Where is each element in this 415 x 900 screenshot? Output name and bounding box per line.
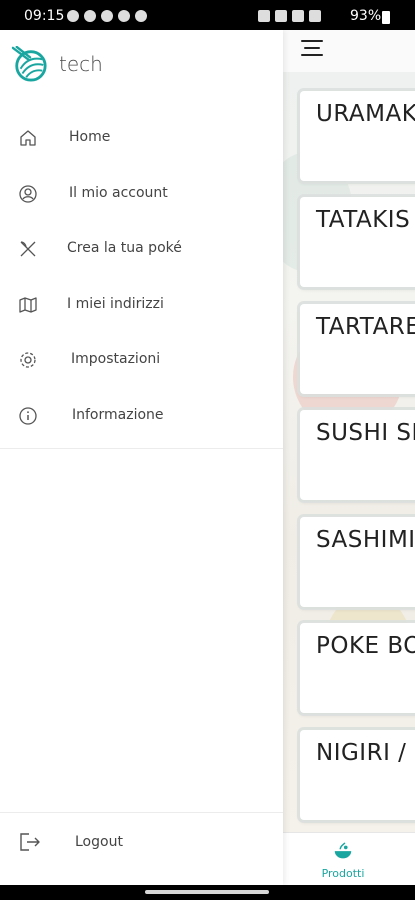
map-icon — [18, 295, 38, 315]
gear-icon — [18, 350, 38, 370]
cloud-icon — [135, 10, 147, 22]
drawer-item-addresses[interactable]: I miei indirizzi — [0, 277, 283, 333]
drawer-nav: Home Il mio account Crea la tua poké I m… — [0, 110, 283, 443]
poke-bowl-icon — [334, 842, 352, 859]
drawer-item-info[interactable]: Informazione — [0, 388, 283, 444]
alarm-icon — [258, 10, 270, 22]
download-icon — [101, 10, 113, 22]
notification-icons — [67, 10, 147, 22]
logout-icon — [18, 831, 42, 853]
category-card[interactable]: SUSHI SE — [300, 410, 415, 500]
logout-label: Logout — [75, 834, 123, 850]
menu-button[interactable] — [301, 40, 327, 62]
drawer-divider — [0, 448, 283, 449]
bottom-navigation: Prodotti — [283, 832, 415, 885]
account-icon — [18, 184, 38, 204]
category-label: NIGIRI / — [316, 740, 407, 766]
gesture-handle[interactable] — [145, 890, 269, 894]
brand-name: tech — [59, 52, 103, 76]
mute-icon — [275, 10, 287, 22]
category-label: URAMAKI — [316, 101, 415, 127]
category-card[interactable]: TARTARE — [300, 304, 415, 394]
status-time: 09:15 — [24, 8, 65, 24]
category-card[interactable]: POKE BO — [300, 623, 415, 713]
drawer-item-label: Home — [69, 129, 111, 145]
logout-button[interactable]: Logout — [0, 820, 283, 870]
drawer-item-label: Impostazioni — [71, 351, 161, 367]
system-navigation-bar — [0, 885, 415, 900]
drawer-item-label: I miei indirizzi — [67, 295, 164, 312]
tab-label: Prodotti — [321, 867, 365, 880]
drawer-item-label: Crea la tua poké — [67, 240, 182, 256]
wifi-icon — [292, 10, 304, 22]
category-label: POKE BO — [316, 633, 415, 659]
drawer-item-label: Il mio account — [69, 184, 168, 201]
brand-logo-icon — [11, 46, 47, 82]
drawer-item-label: Informazione — [72, 406, 164, 423]
category-card[interactable]: NIGIRI / — [300, 730, 415, 820]
tab-prodotti[interactable]: Prodotti — [318, 841, 368, 880]
home-icon — [18, 128, 38, 148]
drawer-item-settings[interactable]: Impostazioni — [0, 332, 283, 388]
category-card[interactable]: URAMAKI — [300, 91, 415, 181]
drawer-divider-bottom — [0, 812, 283, 813]
category-label: SUSHI SE — [316, 420, 415, 446]
app-notification-icon — [84, 10, 96, 22]
info-icon — [18, 406, 38, 426]
category-label: TARTARE — [316, 314, 415, 340]
drawer-item-account[interactable]: Il mio account — [0, 166, 283, 222]
status-bar: 09:15 93% — [0, 0, 415, 30]
battery-icon — [382, 11, 390, 24]
system-icons — [258, 10, 321, 22]
category-label: SASHIMI — [316, 527, 415, 553]
category-card[interactable]: TATAKIS — [300, 197, 415, 287]
navigation-drawer: tech Home Il mio account Crea la tua pok… — [0, 30, 283, 885]
category-label: TATAKIS — [316, 207, 411, 233]
whatsapp-icon — [67, 10, 79, 22]
app-bar — [283, 30, 415, 72]
chopsticks-icon — [18, 239, 38, 259]
gallery-icon — [118, 10, 130, 22]
category-card[interactable]: SASHIMI — [300, 517, 415, 607]
drawer-item-home[interactable]: Home — [0, 110, 283, 166]
signal-icon — [309, 10, 321, 22]
drawer-item-create-poke[interactable]: Crea la tua poké — [0, 221, 283, 277]
main-content: URAMAKI TATAKIS TARTARE SUSHI SE SASHIMI… — [283, 30, 415, 885]
brand: tech — [11, 46, 103, 82]
battery-percent: 93% — [350, 8, 382, 24]
